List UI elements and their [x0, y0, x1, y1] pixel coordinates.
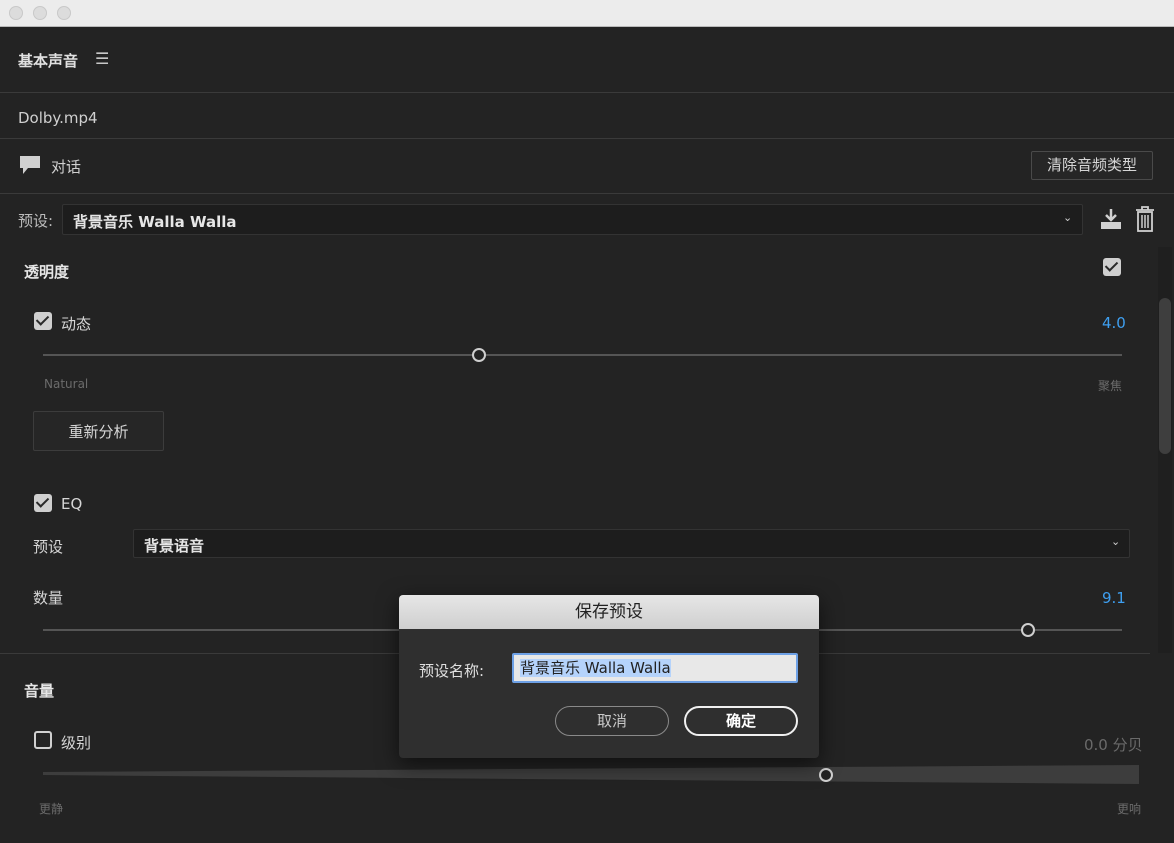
- preset-name-label: 预设名称:: [419, 662, 485, 680]
- eq-amount-label: 数量: [33, 589, 64, 607]
- zoom-window-button[interactable]: [57, 6, 71, 20]
- save-preset-dialog: 保存预设 预设名称: 背景音乐 Walla Walla 取消 确定: [399, 595, 819, 758]
- clip-row: Dolby.mp4: [0, 94, 1174, 139]
- eq-amount-value[interactable]: 9.1: [1102, 589, 1126, 607]
- clear-audio-type-button[interactable]: 清除音频类型: [1031, 151, 1153, 180]
- window-titlebar: [0, 0, 1174, 27]
- reanalyze-button[interactable]: 重新分析: [33, 411, 164, 451]
- preset-name-text: 背景音乐 Walla Walla: [520, 659, 671, 677]
- level-checkbox[interactable]: [34, 731, 52, 749]
- dynamics-slider-knob[interactable]: [472, 348, 486, 362]
- level-right-label: 更响: [1117, 802, 1142, 816]
- level-slider-track[interactable]: [43, 765, 1139, 785]
- save-preset-icon[interactable]: [1099, 207, 1123, 235]
- level-left-label: 更静: [39, 802, 64, 816]
- clip-name: Dolby.mp4: [18, 109, 98, 127]
- volume-section-title: 音量: [24, 682, 55, 700]
- delete-preset-icon[interactable]: [1134, 205, 1156, 237]
- speech-bubble-icon: [18, 154, 42, 180]
- eq-preset-value: 背景语音: [144, 537, 205, 555]
- hamburger-menu-icon[interactable]: ☰: [95, 49, 109, 68]
- ok-button[interactable]: 确定: [684, 706, 798, 736]
- dialog-title: 保存预设: [399, 595, 819, 629]
- level-label: 级别: [61, 734, 92, 752]
- dynamics-left-label: Natural: [44, 377, 89, 391]
- chevron-down-icon: ⌄: [1111, 535, 1121, 548]
- dynamics-value[interactable]: 4.0: [1102, 314, 1126, 332]
- audio-type-row: 对话 清除音频类型: [0, 140, 1174, 194]
- cancel-button[interactable]: 取消: [555, 706, 669, 736]
- eq-preset-label: 预设: [33, 538, 64, 556]
- audio-type-label: 对话: [51, 158, 82, 176]
- clarity-section-title: 透明度: [24, 263, 70, 281]
- clarity-enable-checkbox[interactable]: [1103, 258, 1121, 276]
- preset-name-input[interactable]: 背景音乐 Walla Walla: [512, 653, 798, 683]
- eq-preset-dropdown[interactable]: 背景语音 ⌄: [133, 529, 1130, 558]
- preset-label: 预设:: [18, 212, 54, 230]
- level-value[interactable]: 0.0 分贝: [1084, 734, 1143, 755]
- dynamics-label: 动态: [61, 315, 92, 333]
- eq-label: EQ: [61, 495, 83, 513]
- preset-dropdown[interactable]: 背景音乐 Walla Walla ⌄: [62, 204, 1083, 235]
- dynamics-slider-track[interactable]: [43, 354, 1122, 356]
- panel-header: 基本声音 ☰: [0, 27, 1174, 93]
- dynamics-checkbox[interactable]: [34, 312, 52, 330]
- chevron-down-icon: ⌄: [1063, 211, 1073, 224]
- scrollbar-thumb[interactable]: [1159, 298, 1171, 454]
- level-slider-knob[interactable]: [819, 768, 833, 782]
- close-window-button[interactable]: [9, 6, 23, 20]
- preset-value: 背景音乐 Walla Walla: [73, 213, 237, 231]
- dynamics-right-label: 聚焦: [1098, 379, 1123, 393]
- eq-checkbox[interactable]: [34, 494, 52, 512]
- minimize-window-button[interactable]: [33, 6, 47, 20]
- panel-title: 基本声音: [18, 52, 79, 70]
- eq-amount-slider-knob[interactable]: [1021, 623, 1035, 637]
